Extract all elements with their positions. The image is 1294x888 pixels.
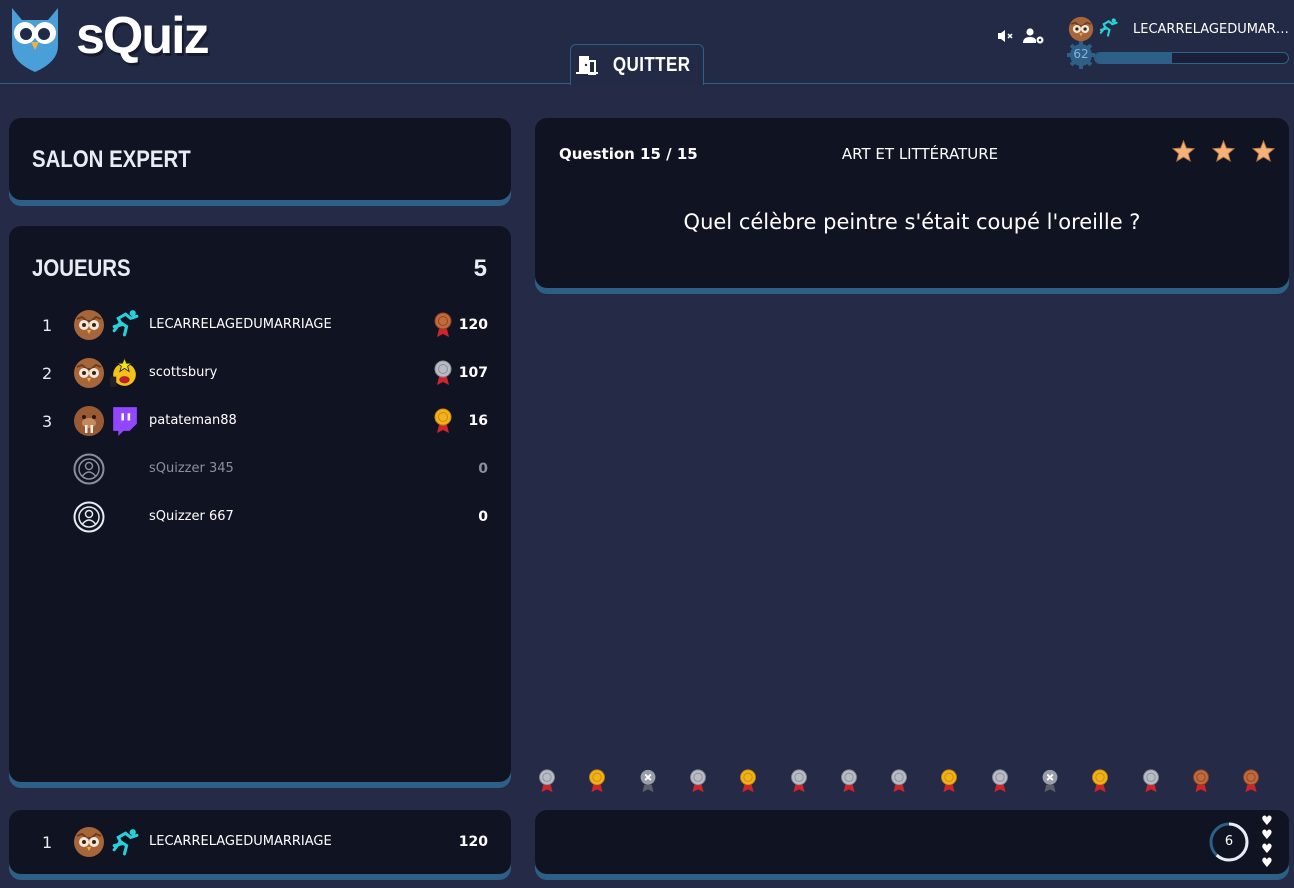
- player-score: 16: [468, 413, 488, 429]
- player-row: 3 patateman88 16: [9, 403, 511, 439]
- star-face-badge-icon: [110, 356, 136, 387]
- quit-label: QUITTER: [613, 53, 691, 76]
- silver-medal-icon: [790, 769, 807, 793]
- silver-medal-icon: [689, 769, 706, 793]
- player-rank: 3: [42, 412, 53, 431]
- walrus-avatar-icon: [74, 406, 104, 436]
- top-bar: sQuiz QUITTER LECARRELAGEDUMARRI 62: [0, 0, 1294, 85]
- star-icon: [1212, 140, 1235, 162]
- xp-progress-fill: [1095, 53, 1173, 63]
- answer-history: [537, 768, 1267, 796]
- salon-title: SALON EXPERT: [32, 146, 191, 173]
- player-score: 0: [478, 509, 488, 525]
- username: LECARRELAGEDUMARRIAGE: [1133, 22, 1290, 37]
- question-card: Question 15 / 15 ART ET LITTÉRATURE Quel…: [535, 118, 1289, 288]
- user-profile[interactable]: LECARRELAGEDUMARRIAGE 62: [1066, 16, 1290, 69]
- player-rank: 1: [42, 316, 53, 335]
- silver-medal-icon: [1142, 769, 1159, 793]
- owl-avatar-icon: [74, 310, 104, 340]
- question-text: Quel célèbre peintre s'était coupé l'ore…: [683, 210, 1141, 234]
- player-name: LECARRELAGEDUMARRIAGE: [149, 317, 332, 332]
- runner-badge-icon: [112, 310, 139, 337]
- timer-value: 6: [1224, 834, 1234, 849]
- salon-card: SALON EXPERT: [9, 118, 511, 200]
- silver-medal-icon: [539, 769, 555, 793]
- my-rank-row: 1 LECARRELAGEDUMARRIAGE 120: [9, 824, 511, 860]
- owl-avatar-icon: [74, 358, 104, 388]
- gold-medal-icon: [589, 769, 606, 793]
- bronze-medal-icon: [434, 312, 452, 337]
- owl-avatar-icon: [74, 827, 104, 857]
- player-row: sQuizzer 345 0: [9, 451, 511, 487]
- player-row: 2 scottsbury 107: [9, 355, 511, 391]
- player-name: sQuizzer 345: [149, 461, 234, 476]
- user-settings-icon[interactable]: [1023, 28, 1045, 44]
- bronze-medal-icon: [1243, 769, 1260, 793]
- runner-badge-icon: [1099, 18, 1118, 37]
- lives: ♥ ♥ ♥ ♥: [1259, 815, 1275, 870]
- heart-icon: ♥: [1261, 814, 1273, 829]
- default-avatar-icon: [73, 453, 105, 485]
- difficulty-stars: [1172, 140, 1275, 162]
- missed-icon: [1042, 769, 1058, 793]
- owl-avatar-icon: [1068, 16, 1094, 42]
- star-icon: [1172, 140, 1195, 162]
- runner-badge-icon: [112, 829, 139, 856]
- twitch-badge-icon: [113, 407, 137, 436]
- players-count: 5: [473, 255, 487, 282]
- my-rank: 1: [42, 833, 53, 852]
- my-score: 120: [458, 834, 488, 850]
- gold-medal-icon: [434, 408, 452, 433]
- players-card: JOUEURS 5 1 LECARRELAGEDUMARRIAGE 120 2 scot…: [9, 226, 511, 782]
- answer-card: 6 ♥ ♥ ♥ ♥: [535, 810, 1289, 874]
- player-score: 0: [478, 461, 488, 477]
- heart-icon: ♥: [1261, 842, 1273, 857]
- mute-icon[interactable]: [997, 29, 1015, 43]
- exit-door-icon: [576, 56, 599, 75]
- bronze-medal-icon: [1192, 769, 1209, 793]
- owl-logo-icon[interactable]: [8, 6, 62, 72]
- player-score: 120: [458, 317, 488, 333]
- app-name: sQuiz: [76, 7, 210, 65]
- gold-medal-icon: [740, 769, 757, 793]
- player-name: sQuizzer 667: [149, 509, 234, 524]
- player-score: 107: [458, 365, 488, 381]
- gold-medal-icon: [1092, 769, 1109, 793]
- player-name: scottsbury: [149, 365, 218, 380]
- player-name: patateman88: [149, 413, 237, 428]
- player-row: 1 LECARRELAGEDUMARRIAGE 120: [9, 307, 511, 343]
- player-row: sQuizzer 667 0: [9, 499, 511, 535]
- star-icon: [1252, 140, 1275, 162]
- gold-medal-icon: [941, 769, 958, 793]
- players-title: JOUEURS: [32, 255, 131, 282]
- default-avatar-icon: [73, 501, 105, 533]
- silver-medal-icon: [991, 769, 1008, 793]
- quit-button[interactable]: QUITTER: [570, 44, 704, 85]
- silver-medal-icon: [840, 769, 857, 793]
- heart-icon: ♥: [1261, 828, 1273, 843]
- level-number: 62: [1073, 47, 1089, 61]
- player-rank: 2: [42, 364, 53, 383]
- heart-icon: ♥: [1261, 856, 1273, 871]
- silver-medal-icon: [434, 360, 452, 385]
- silver-medal-icon: [891, 769, 907, 793]
- xp-progress-bar: [1094, 52, 1289, 64]
- missed-icon: [640, 769, 656, 793]
- my-rank-card: 1 LECARRELAGEDUMARRIAGE 120: [9, 810, 511, 874]
- my-name: LECARRELAGEDUMARRIAGE: [149, 834, 332, 849]
